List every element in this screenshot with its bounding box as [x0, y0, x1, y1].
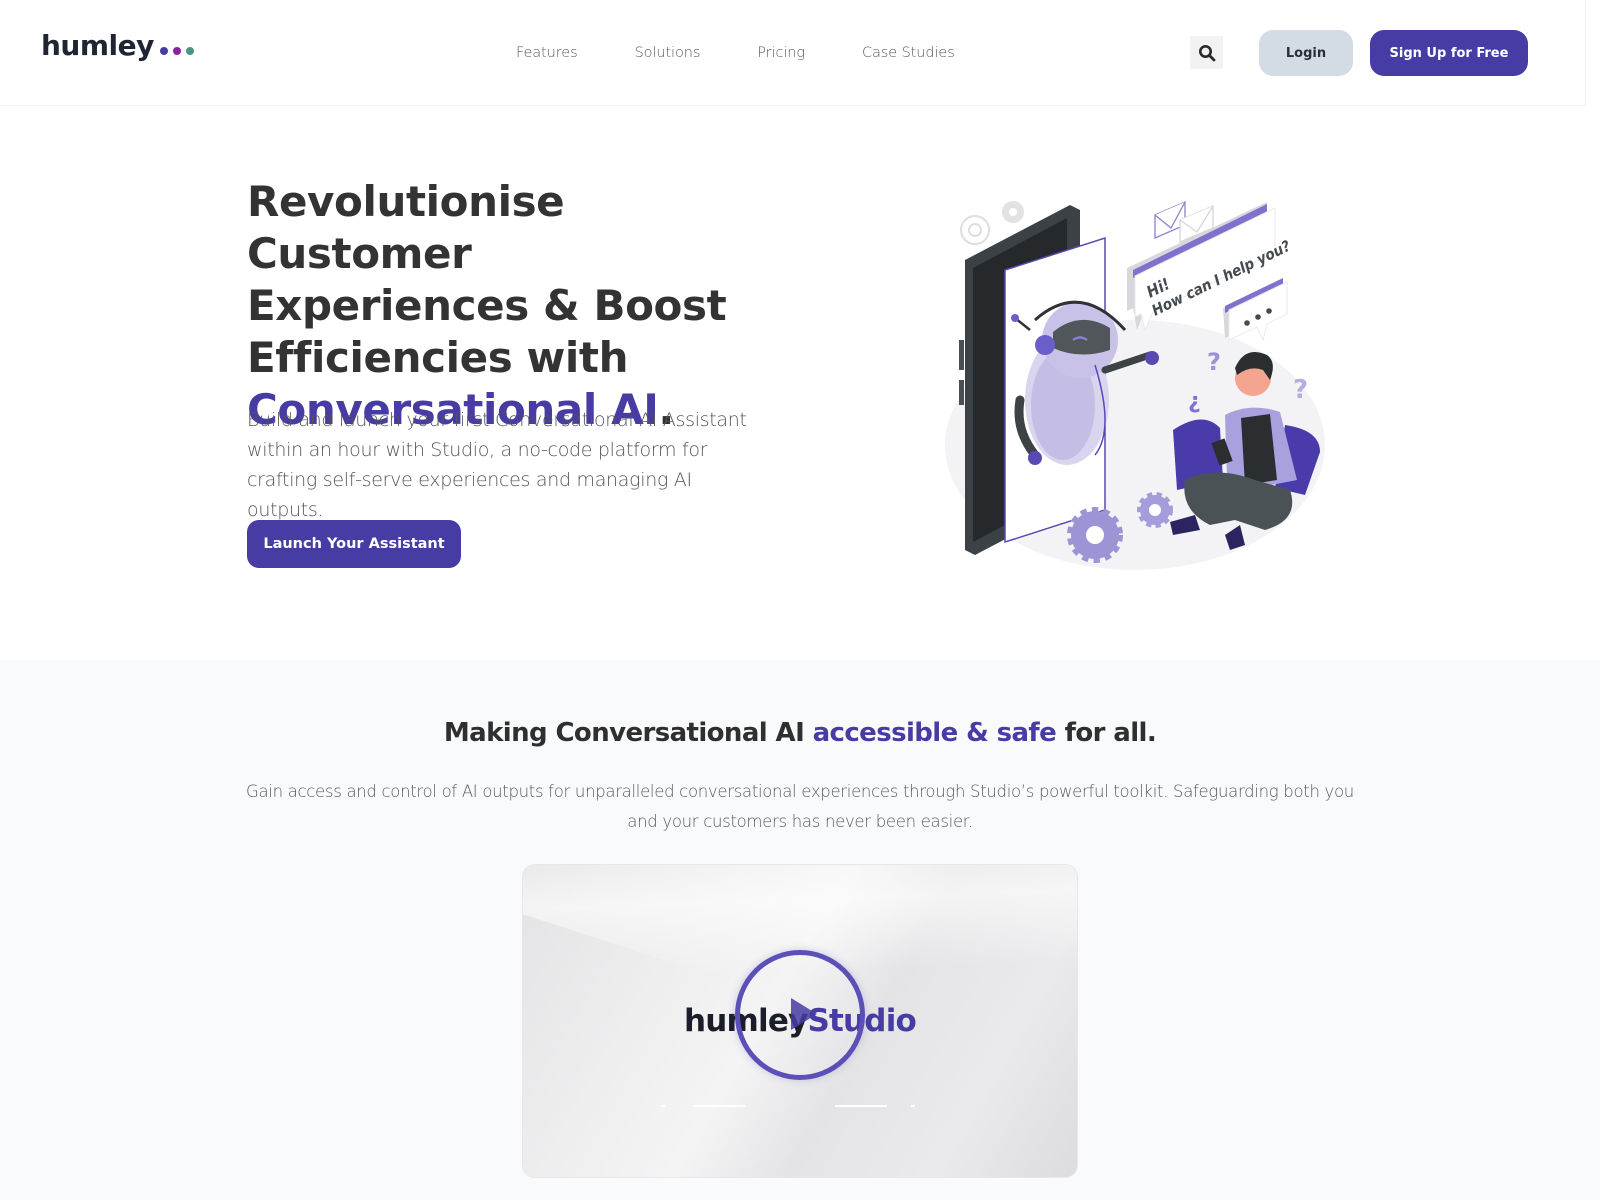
- gear-icon: [1137, 492, 1173, 528]
- humley-logo[interactable]: humley: [41, 28, 194, 64]
- chatbot-illustration: Hi! How can I help you? ? ¿ ?: [945, 201, 1325, 570]
- hero-title-line: Revolutionise Customer: [247, 177, 565, 278]
- logo-dot: [159, 47, 168, 55]
- play-icon: [791, 998, 817, 1030]
- nav-case-studies[interactable]: Case Studies: [862, 42, 955, 64]
- section-title-post: for all.: [1056, 718, 1157, 748]
- section-title-accent: accessible & safe: [812, 718, 1057, 748]
- hero-title-line: Experiences & Boost: [247, 281, 727, 330]
- site-header: humley Features Solutions Pricing Case S…: [0, 0, 1586, 106]
- gear-outline-icon: [960, 215, 990, 245]
- question-mark-icon: ¿: [1188, 389, 1201, 414]
- login-button[interactable]: Login: [1259, 30, 1353, 76]
- hero-title: Revolutionise Customer Experiences & Boo…: [247, 176, 787, 436]
- hero-subtitle: Build and launch your first Conversation…: [247, 409, 747, 521]
- video-decor-line: [661, 1105, 665, 1107]
- logo-text: humley: [41, 29, 154, 62]
- logo-dot: [172, 47, 181, 55]
- main-nav: Features Solutions Pricing Case Studies: [516, 42, 1012, 64]
- video-decor-line: [693, 1105, 745, 1107]
- search-button[interactable]: [1190, 36, 1223, 69]
- launch-assistant-button[interactable]: Launch Your Assistant: [247, 520, 461, 568]
- section-description: Gain access and control of AI outputs fo…: [246, 782, 1354, 831]
- section-title-pre: Making Conversational AI: [443, 718, 813, 748]
- video-decor-line: [911, 1105, 915, 1107]
- question-mark-icon: ?: [1207, 348, 1221, 376]
- typing-bubble: [1223, 278, 1288, 342]
- video-player[interactable]: humleyStudio: [523, 865, 1077, 1177]
- section-title: Making Conversational AI accessible & sa…: [0, 715, 1600, 751]
- gear-icon: [1067, 507, 1123, 563]
- gear-icon: [1002, 201, 1024, 223]
- logo-dots-icon: [159, 47, 194, 55]
- nav-features[interactable]: Features: [516, 42, 578, 64]
- nav-pricing[interactable]: Pricing: [757, 42, 805, 64]
- accessible-safe-section: Making Conversational AI accessible & sa…: [0, 660, 1600, 1200]
- hero-title-line: Efficiencies with: [247, 333, 629, 382]
- sign-up-button[interactable]: Sign Up for Free: [1370, 30, 1528, 76]
- question-mark-icon: ?: [1293, 375, 1308, 405]
- search-icon: [1198, 44, 1215, 61]
- video-decor-line: [835, 1105, 887, 1107]
- nav-solutions[interactable]: Solutions: [635, 42, 701, 64]
- logo-dot: [185, 47, 194, 55]
